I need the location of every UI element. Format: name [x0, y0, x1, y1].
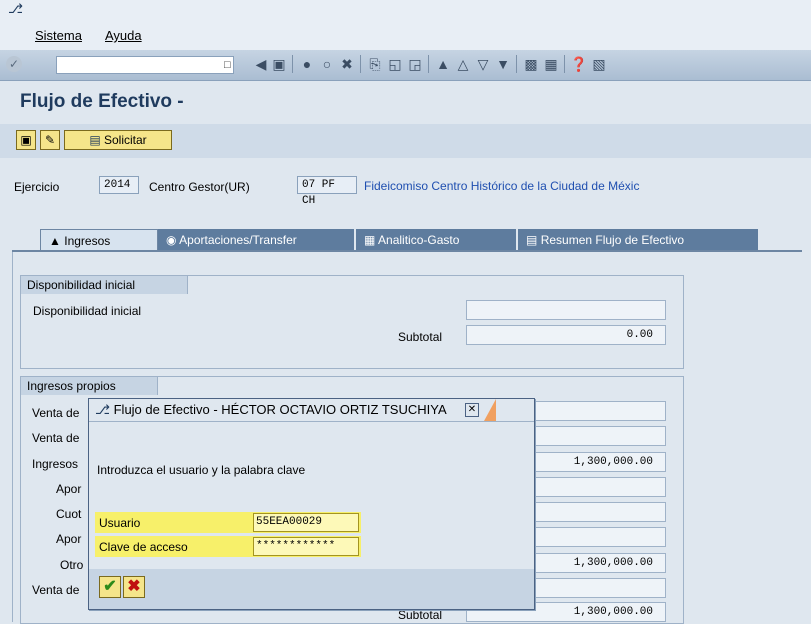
cancel-icon[interactable]: ✖ — [338, 55, 356, 73]
enter-icon[interactable]: ✓ — [6, 56, 22, 72]
centro-gestor-name: Fideicomiso Centro Histórico de la Ciuda… — [364, 179, 640, 193]
new-session-icon[interactable]: ▩ — [522, 55, 540, 73]
chart-icon: ▦ — [364, 233, 376, 247]
group-title: Disponibilidad inicial — [21, 276, 188, 294]
subtotal-label: Subtotal — [398, 608, 443, 622]
row-label: Apor — [56, 482, 82, 496]
exit-icon[interactable]: ○ — [318, 55, 336, 73]
command-history-icon[interactable]: □ — [224, 59, 231, 71]
row-label: Disponibilidad inicial — [33, 304, 142, 318]
centro-gestor-label: Centro Gestor(UR) — [149, 180, 250, 194]
system-icon: ⎇ — [95, 402, 110, 417]
value-field[interactable] — [466, 300, 666, 320]
save-icon[interactable]: ▣ — [270, 55, 288, 73]
bell-icon: ▲ — [49, 234, 61, 248]
help-icon[interactable]: ❓ — [570, 55, 588, 73]
dialog-title: Flujo de Efectivo - HÉCTOR OCTAVIO ORTIZ… — [113, 402, 447, 417]
checkmark-icon: ✔ — [103, 578, 117, 595]
layout-icon[interactable]: ▧ — [590, 55, 608, 73]
coin-icon: ◉ — [166, 233, 177, 247]
menu-ayuda[interactable]: Ayuda — [105, 28, 142, 43]
tab-ingresos[interactable]: ▲ Ingresos — [40, 229, 158, 251]
next-page-icon[interactable]: ▽ — [474, 55, 492, 73]
last-page-icon[interactable]: ▼ — [494, 55, 512, 73]
row-label: Cuot — [56, 507, 82, 521]
confirm-button[interactable]: ✔ — [99, 576, 121, 598]
title-corner — [484, 399, 496, 421]
solicitar-button[interactable]: ▤ Solicitar — [64, 130, 172, 150]
cross-icon: ✖ — [127, 578, 141, 595]
back-icon[interactable]: ◀ — [252, 55, 270, 73]
row-label: Venta de — [32, 583, 80, 597]
row-label: Ingresos — [32, 457, 79, 471]
close-icon[interactable]: ✕ — [465, 403, 479, 417]
row-label: Otro — [60, 558, 84, 572]
row-label: Venta de — [32, 431, 80, 445]
tab-analitico-gasto[interactable]: ▦ Analitico-Gasto — [356, 229, 516, 251]
row-label: Apor — [56, 532, 82, 546]
request-icon: ▤ — [89, 133, 101, 147]
usuario-field[interactable]: 55EEA00029 — [253, 513, 359, 532]
tab-resumen[interactable]: ▤ Resumen Flujo de Efectivo — [518, 229, 758, 251]
save-button[interactable]: ▣ — [16, 130, 36, 150]
print-icon[interactable]: ⎘ — [366, 55, 384, 73]
system-icon[interactable]: ⎇ — [8, 2, 23, 16]
menu-sistema[interactable]: Sistema — [35, 28, 82, 43]
command-field[interactable] — [56, 56, 234, 74]
first-page-icon[interactable]: ▲ — [434, 55, 452, 73]
page-title: Flujo de Efectivo - — [20, 91, 184, 112]
ejercicio-field[interactable]: 2014 — [99, 176, 139, 194]
row-label: Venta de — [32, 406, 80, 420]
find-icon[interactable]: ◱ — [386, 55, 404, 73]
back-nav-icon[interactable]: ● — [298, 55, 316, 73]
find-next-icon[interactable]: ◲ — [406, 55, 424, 73]
dialog-titlebar[interactable]: ⎇ Flujo de Efectivo - HÉCTOR OCTAVIO ORT… — [89, 399, 534, 422]
clave-label: Clave de acceso — [99, 540, 188, 554]
subtotal-value: 0.00 — [466, 325, 666, 345]
display-change-button[interactable]: ✎ — [40, 130, 60, 150]
dialog-message: Introduzca el usuario y la palabra clave — [97, 463, 306, 477]
shortcut-icon[interactable]: ▦ — [542, 55, 560, 73]
dialog-footer — [89, 569, 534, 609]
clave-field[interactable]: ************ — [253, 537, 359, 556]
group-title: Ingresos propios — [21, 377, 158, 395]
tab-aportaciones[interactable]: ◉ Aportaciones/Transfer — [158, 229, 354, 251]
subtotal-label: Subtotal — [398, 330, 443, 344]
centro-gestor-field[interactable]: 07 PF CH — [297, 176, 357, 207]
cancel-button[interactable]: ✖ — [123, 576, 145, 598]
usuario-label: Usuario — [99, 516, 141, 530]
document-icon: ▤ — [526, 233, 538, 247]
ejercicio-label: Ejercicio — [14, 180, 60, 194]
prev-page-icon[interactable]: △ — [454, 55, 472, 73]
login-dialog: ⎇ Flujo de Efectivo - HÉCTOR OCTAVIO ORT… — [88, 398, 535, 610]
